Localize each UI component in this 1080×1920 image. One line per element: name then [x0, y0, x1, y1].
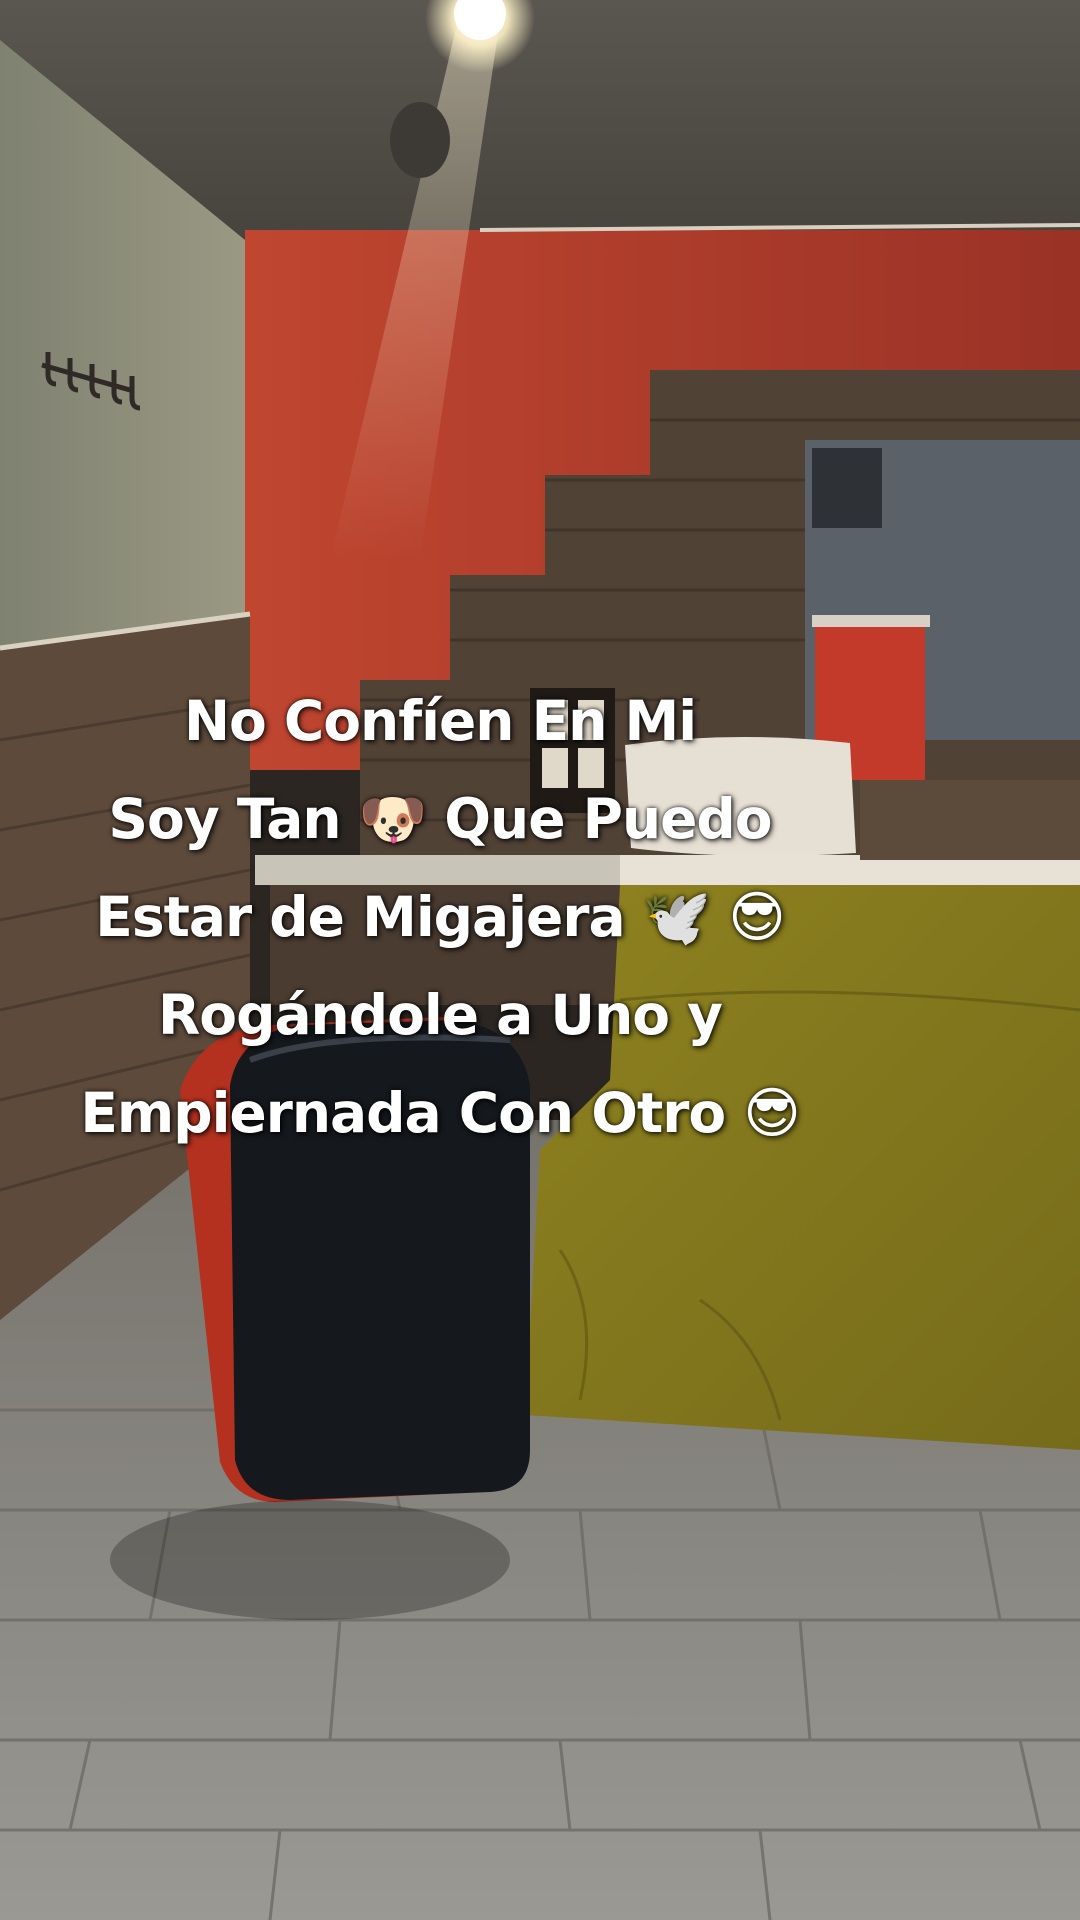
caption-text: No Confíen En Mi Soy Tan 🐶 Que Puedo Est…	[0, 672, 880, 1162]
caption-line-4: Rogándole a Uno y	[157, 983, 723, 1047]
caption-line-2: Soy Tan 🐶 Que Puedo	[108, 787, 772, 851]
caption-line-1: No Confíen En Mi	[183, 689, 697, 753]
caption-line-5: Empiernada Con Otro 😎	[80, 1081, 800, 1145]
caption-line-3: Estar de Migajera 🕊️ 😎	[95, 885, 785, 949]
